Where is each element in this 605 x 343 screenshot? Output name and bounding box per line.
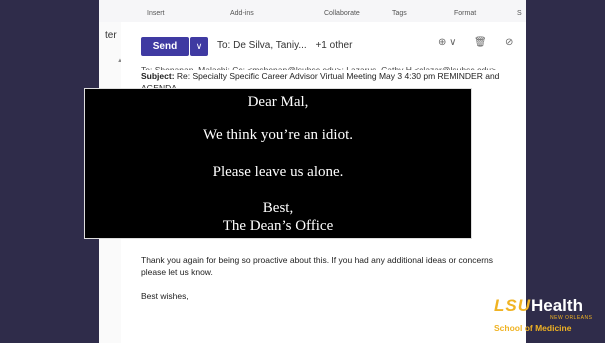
lsu-health-logo: LSU Health NEW ORLEANS School of Medicin… xyxy=(494,296,594,341)
logo-health: Health xyxy=(531,296,583,315)
logo-school-of-medicine: School of Medicine xyxy=(494,323,572,333)
ribbon-menubar: Insert Add-ins Collaborate Tags Format S xyxy=(99,0,526,23)
overlay-message-box: Dear Mal, We think you’re an idiot. Plea… xyxy=(84,88,472,239)
overlay-line-2: We think you’re an idiot. xyxy=(202,127,353,143)
to-more-recipients[interactable]: +1 other xyxy=(315,40,352,51)
email-paragraph: Thank you again for being so proactive a… xyxy=(141,255,494,277)
send-button[interactable]: Send xyxy=(141,37,189,56)
menu-add-ins[interactable]: Add-ins xyxy=(230,10,254,17)
menu-tags[interactable]: Tags xyxy=(392,10,407,17)
menu-format[interactable]: Format xyxy=(454,10,476,17)
trash-icon[interactable]: 🗑 xyxy=(474,37,487,48)
left-pane-fragment: ter xyxy=(105,30,117,41)
logo-new-orleans: NEW ORLEANS xyxy=(550,315,593,321)
menu-collaborate[interactable]: Collaborate xyxy=(324,10,360,17)
subject-value: Re: Specialty Specific Career Advisor Vi… xyxy=(176,71,500,81)
zoom-icon[interactable]: ⊕ ∨ xyxy=(438,37,456,48)
email-lower-body: Thank you again for being so proactive a… xyxy=(141,254,511,302)
logo-lsu: LSU xyxy=(494,296,531,315)
menu-cutoff[interactable]: S xyxy=(517,10,522,17)
to-label: To: xyxy=(217,40,231,51)
email-signoff: Best wishes, xyxy=(141,291,189,301)
overlay-line-3: Please leave us alone. xyxy=(212,164,344,180)
overlay-line-signature: The Dean’s Office xyxy=(222,218,334,234)
overlay-line-greeting: Dear Mal, xyxy=(247,94,309,110)
attach-icon[interactable]: ⊘ xyxy=(505,37,513,48)
to-field[interactable]: To: De Silva, Taniy... +1 other xyxy=(217,40,352,51)
chevron-down-icon: ∨ xyxy=(195,41,203,51)
overlay-line-closing: Best, xyxy=(262,200,294,216)
to-recipient: De Silva, Taniy... xyxy=(233,40,307,51)
menu-insert[interactable]: Insert xyxy=(147,10,165,17)
send-options-button[interactable]: ∨ xyxy=(190,37,208,56)
slide-background: Insert Add-ins Collaborate Tags Format S… xyxy=(0,0,605,343)
subject-label: Subject: xyxy=(141,71,175,81)
subject-line: Subject: Re: Specialty Specific Career A… xyxy=(141,70,511,82)
